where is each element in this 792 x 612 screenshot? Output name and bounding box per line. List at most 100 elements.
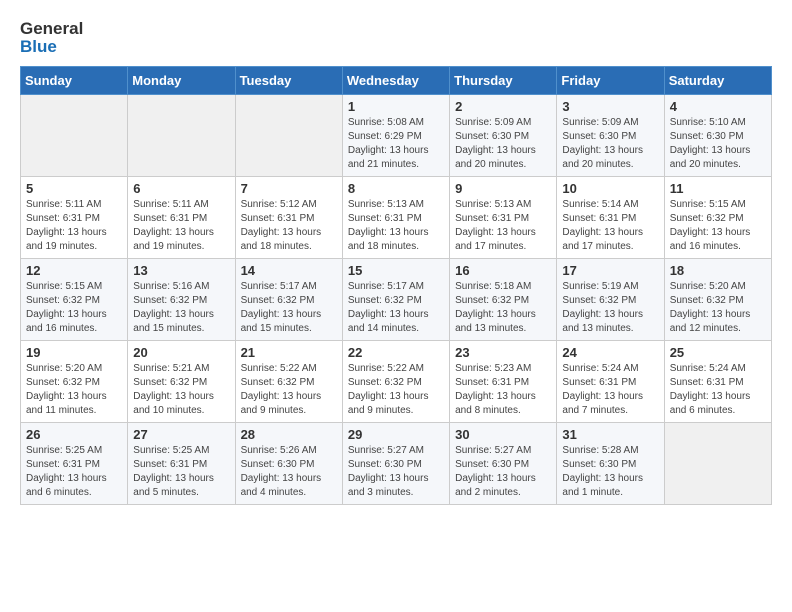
svg-text:General: General: [20, 19, 83, 38]
day-number: 21: [241, 345, 337, 360]
calendar-cell: 21 Sunrise: 5:22 AM Sunset: 6:32 PM Dayli…: [235, 341, 342, 423]
header: GeneralBlue: [20, 16, 772, 56]
day-number: 12: [26, 263, 122, 278]
weekday-header-sunday: Sunday: [21, 67, 128, 95]
calendar-cell: 7 Sunrise: 5:12 AM Sunset: 6:31 PM Daylig…: [235, 177, 342, 259]
calendar-cell: 18 Sunrise: 5:20 AM Sunset: 6:32 PM Dayli…: [664, 259, 771, 341]
calendar-cell: 17 Sunrise: 5:19 AM Sunset: 6:32 PM Dayli…: [557, 259, 664, 341]
calendar-cell: 14Sunrise: 5:17 AM Sunset: 6:32 PM Dayli…: [235, 259, 342, 341]
calendar-cell: 9Sunrise: 5:13 AM Sunset: 6:31 PM Daylig…: [450, 177, 557, 259]
day-number: 15: [348, 263, 444, 278]
day-detail: Sunrise: 5:26 AM Sunset: 6:30 PM Dayligh…: [241, 444, 337, 500]
weekday-header-tuesday: Tuesday: [235, 67, 342, 95]
page: GeneralBlue SundayMondayTuesdayWednesday…: [0, 0, 792, 521]
day-number: 10: [562, 181, 658, 196]
day-detail: Sunrise: 5:18 AM Sunset: 6:32 PM Dayligh…: [455, 280, 551, 336]
calendar-cell: 12 Sunrise: 5:15 AM Sunset: 6:32 PM Dayli…: [21, 259, 128, 341]
svg-text:Blue: Blue: [20, 37, 57, 56]
day-number: 6: [133, 181, 229, 196]
day-detail: Sunrise: 5:11 AM Sunset: 6:31 PM Dayligh…: [26, 198, 122, 254]
day-number: 4: [670, 99, 766, 114]
logo: GeneralBlue: [20, 16, 120, 56]
day-detail: Sunrise: 5:27 AM Sunset: 6:30 PM Dayligh…: [455, 444, 551, 500]
day-number: 24: [562, 345, 658, 360]
day-number: 25: [670, 345, 766, 360]
calendar-cell: 4 Sunrise: 5:10 AM Sunset: 6:30 PM Daylig…: [664, 95, 771, 177]
day-number: 16: [455, 263, 551, 278]
day-detail: Sunrise: 5:22 AM Sunset: 6:32 PM Dayligh…: [241, 362, 337, 418]
weekday-header-friday: Friday: [557, 67, 664, 95]
day-number: 27: [133, 427, 229, 442]
calendar-week-row: 5 Sunrise: 5:11 AM Sunset: 6:31 PM Daylig…: [21, 177, 772, 259]
calendar-cell: 16 Sunrise: 5:18 AM Sunset: 6:32 PM Dayli…: [450, 259, 557, 341]
calendar-week-row: 1Sunrise: 5:08 AM Sunset: 6:29 PM Daylig…: [21, 95, 772, 177]
calendar-week-row: 12 Sunrise: 5:15 AM Sunset: 6:32 PM Dayli…: [21, 259, 772, 341]
day-detail: Sunrise: 5:20 AM Sunset: 6:32 PM Dayligh…: [670, 280, 766, 336]
day-number: 31: [562, 427, 658, 442]
calendar-cell: [21, 95, 128, 177]
day-detail: Sunrise: 5:20 AM Sunset: 6:32 PM Dayligh…: [26, 362, 122, 418]
day-number: 22: [348, 345, 444, 360]
calendar-cell: [128, 95, 235, 177]
day-detail: Sunrise: 5:15 AM Sunset: 6:32 PM Dayligh…: [26, 280, 122, 336]
day-number: 28: [241, 427, 337, 442]
day-number: 7: [241, 181, 337, 196]
day-number: 8: [348, 181, 444, 196]
day-detail: Sunrise: 5:10 AM Sunset: 6:30 PM Dayligh…: [670, 116, 766, 172]
day-detail: Sunrise: 5:16 AM Sunset: 6:32 PM Dayligh…: [133, 280, 229, 336]
calendar-cell: 31Sunrise: 5:28 AM Sunset: 6:30 PM Dayli…: [557, 423, 664, 505]
day-number: 23: [455, 345, 551, 360]
day-detail: Sunrise: 5:12 AM Sunset: 6:31 PM Dayligh…: [241, 198, 337, 254]
weekday-header-row: SundayMondayTuesdayWednesdayThursdayFrid…: [21, 67, 772, 95]
day-number: 30: [455, 427, 551, 442]
day-detail: Sunrise: 5:25 AM Sunset: 6:31 PM Dayligh…: [133, 444, 229, 500]
calendar-week-row: 19Sunrise: 5:20 AM Sunset: 6:32 PM Dayli…: [21, 341, 772, 423]
calendar-cell: 25 Sunrise: 5:24 AM Sunset: 6:31 PM Dayli…: [664, 341, 771, 423]
day-detail: Sunrise: 5:09 AM Sunset: 6:30 PM Dayligh…: [455, 116, 551, 172]
weekday-header-monday: Monday: [128, 67, 235, 95]
calendar-cell: 20 Sunrise: 5:21 AM Sunset: 6:32 PM Dayli…: [128, 341, 235, 423]
calendar-cell: 30 Sunrise: 5:27 AM Sunset: 6:30 PM Dayli…: [450, 423, 557, 505]
day-detail: Sunrise: 5:14 AM Sunset: 6:31 PM Dayligh…: [562, 198, 658, 254]
calendar-cell: 6 Sunrise: 5:11 AM Sunset: 6:31 PM Daylig…: [128, 177, 235, 259]
day-number: 18: [670, 263, 766, 278]
calendar-cell: 22 Sunrise: 5:22 AM Sunset: 6:32 PM Dayli…: [342, 341, 449, 423]
calendar-cell: 29Sunrise: 5:27 AM Sunset: 6:30 PM Dayli…: [342, 423, 449, 505]
day-number: 17: [562, 263, 658, 278]
calendar-cell: 13 Sunrise: 5:16 AM Sunset: 6:32 PM Dayli…: [128, 259, 235, 341]
day-number: 26: [26, 427, 122, 442]
day-detail: Sunrise: 5:13 AM Sunset: 6:31 PM Dayligh…: [348, 198, 444, 254]
day-detail: Sunrise: 5:21 AM Sunset: 6:32 PM Dayligh…: [133, 362, 229, 418]
weekday-header-saturday: Saturday: [664, 67, 771, 95]
day-number: 2: [455, 99, 551, 114]
calendar-table: SundayMondayTuesdayWednesdayThursdayFrid…: [20, 66, 772, 505]
day-number: 20: [133, 345, 229, 360]
day-detail: Sunrise: 5:17 AM Sunset: 6:32 PM Dayligh…: [241, 280, 337, 336]
calendar-cell: 8 Sunrise: 5:13 AM Sunset: 6:31 PM Daylig…: [342, 177, 449, 259]
day-detail: Sunrise: 5:24 AM Sunset: 6:31 PM Dayligh…: [670, 362, 766, 418]
day-detail: Sunrise: 5:19 AM Sunset: 6:32 PM Dayligh…: [562, 280, 658, 336]
day-number: 9: [455, 181, 551, 196]
calendar-cell: 5 Sunrise: 5:11 AM Sunset: 6:31 PM Daylig…: [21, 177, 128, 259]
day-detail: Sunrise: 5:11 AM Sunset: 6:31 PM Dayligh…: [133, 198, 229, 254]
calendar-cell: 10 Sunrise: 5:14 AM Sunset: 6:31 PM Dayli…: [557, 177, 664, 259]
day-detail: Sunrise: 5:25 AM Sunset: 6:31 PM Dayligh…: [26, 444, 122, 500]
day-number: 3: [562, 99, 658, 114]
calendar-cell: 3 Sunrise: 5:09 AM Sunset: 6:30 PM Daylig…: [557, 95, 664, 177]
day-number: 11: [670, 181, 766, 196]
calendar-cell: 26 Sunrise: 5:25 AM Sunset: 6:31 PM Dayli…: [21, 423, 128, 505]
calendar-cell: 11Sunrise: 5:15 AM Sunset: 6:32 PM Dayli…: [664, 177, 771, 259]
day-detail: Sunrise: 5:09 AM Sunset: 6:30 PM Dayligh…: [562, 116, 658, 172]
day-number: 5: [26, 181, 122, 196]
calendar-week-row: 26 Sunrise: 5:25 AM Sunset: 6:31 PM Dayli…: [21, 423, 772, 505]
day-detail: Sunrise: 5:22 AM Sunset: 6:32 PM Dayligh…: [348, 362, 444, 418]
day-number: 13: [133, 263, 229, 278]
calendar-cell: 27 Sunrise: 5:25 AM Sunset: 6:31 PM Dayli…: [128, 423, 235, 505]
calendar-cell: 15 Sunrise: 5:17 AM Sunset: 6:32 PM Dayli…: [342, 259, 449, 341]
day-detail: Sunrise: 5:17 AM Sunset: 6:32 PM Dayligh…: [348, 280, 444, 336]
calendar-cell: 2 Sunrise: 5:09 AM Sunset: 6:30 PM Daylig…: [450, 95, 557, 177]
calendar-cell: 1Sunrise: 5:08 AM Sunset: 6:29 PM Daylig…: [342, 95, 449, 177]
calendar-cell: 24Sunrise: 5:24 AM Sunset: 6:31 PM Dayli…: [557, 341, 664, 423]
day-number: 1: [348, 99, 444, 114]
logo-svg: GeneralBlue: [20, 16, 120, 56]
